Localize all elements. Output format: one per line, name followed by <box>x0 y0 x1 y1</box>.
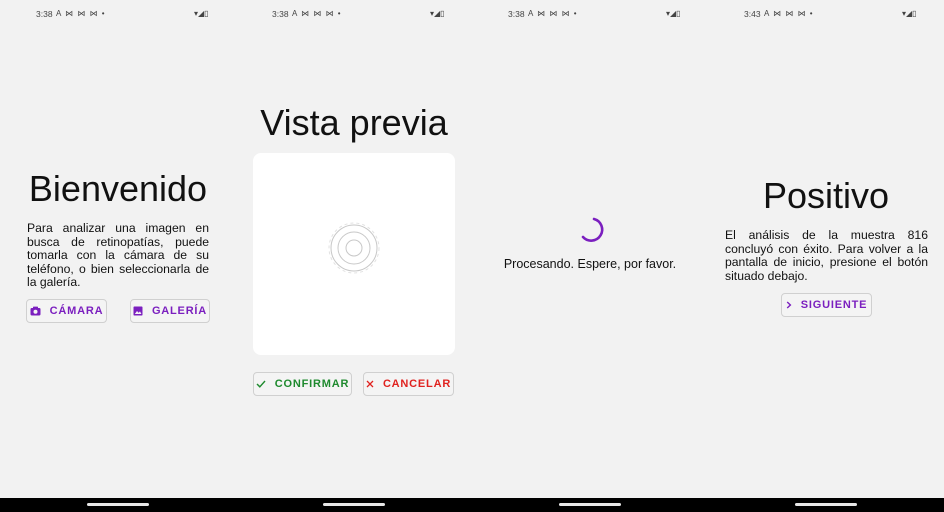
result-text: El análisis de la muestra 816 concluyó c… <box>725 228 928 283</box>
signal-battery-icon: ▾◢▯ <box>666 9 681 18</box>
signal-battery-icon: ▾◢▯ <box>902 9 917 18</box>
status-bar: 3:38 A ⋈ ⋈ ⋈ • ▾◢▯ <box>236 9 472 21</box>
camera-button-label: CÁMARA <box>49 305 104 317</box>
processing-message: Procesando. Espere, por favor. <box>503 257 677 271</box>
gallery-button[interactable]: GALERÍA <box>130 299 210 323</box>
close-icon <box>366 380 374 388</box>
image-preview <box>253 153 455 355</box>
result-title: Positivo <box>762 175 890 216</box>
home-handle[interactable] <box>559 503 621 506</box>
notification-icons: A ⋈ ⋈ ⋈ • <box>292 9 342 18</box>
chevron-right-icon <box>786 301 792 309</box>
notification-icons: A ⋈ ⋈ ⋈ • <box>528 9 578 18</box>
gallery-button-label: GALERÍA <box>151 305 208 317</box>
confirm-button-label: CONFIRMAR <box>274 378 350 390</box>
status-bar: 3:38 A ⋈ ⋈ ⋈ • ▾◢▯ <box>472 9 708 21</box>
welcome-screen: 3:38 A ⋈ ⋈ ⋈ • ▾◢▯ Bienvenido Para anali… <box>0 0 236 512</box>
page-title: Vista previa <box>260 102 448 143</box>
processing-screen: 3:38 A ⋈ ⋈ ⋈ • ▾◢▯ Procesando. Espere, p… <box>472 0 708 512</box>
camera-icon <box>30 306 41 316</box>
status-time: 3:38 <box>36 9 53 19</box>
loading-spinner <box>581 217 604 242</box>
signal-battery-icon: ▾◢▯ <box>194 9 209 18</box>
home-handle[interactable] <box>87 503 149 506</box>
status-bar: 3:38 A ⋈ ⋈ ⋈ • ▾◢▯ <box>0 9 236 21</box>
notification-icons: A ⋈ ⋈ ⋈ • <box>56 9 106 18</box>
retina-scan-icon <box>328 222 380 274</box>
gallery-icon <box>133 306 143 316</box>
signal-battery-icon: ▾◢▯ <box>430 9 445 18</box>
next-button-label: SIGUIENTE <box>800 299 868 311</box>
status-time: 3:38 <box>508 9 525 19</box>
home-handle[interactable] <box>795 503 857 506</box>
notification-icons: A ⋈ ⋈ ⋈ • <box>764 9 814 18</box>
cancel-button-label: CANCELAR <box>382 378 452 390</box>
status-bar: 3:43 A ⋈ ⋈ ⋈ • ▾◢▯ <box>708 9 944 21</box>
next-button[interactable]: SIGUIENTE <box>781 293 872 317</box>
result-screen: 3:43 A ⋈ ⋈ ⋈ • ▾◢▯ Positivo El análisis … <box>708 0 944 512</box>
camera-button[interactable]: CÁMARA <box>26 299 107 323</box>
confirm-button[interactable]: CONFIRMAR <box>253 372 352 396</box>
cancel-button[interactable]: CANCELAR <box>363 372 454 396</box>
page-title: Bienvenido <box>28 168 208 209</box>
status-time: 3:43 <box>744 9 761 19</box>
check-icon <box>256 380 266 388</box>
status-time: 3:38 <box>272 9 289 19</box>
intro-text: Para analizar una imagen en busca de ret… <box>27 221 209 289</box>
home-handle[interactable] <box>323 503 385 506</box>
